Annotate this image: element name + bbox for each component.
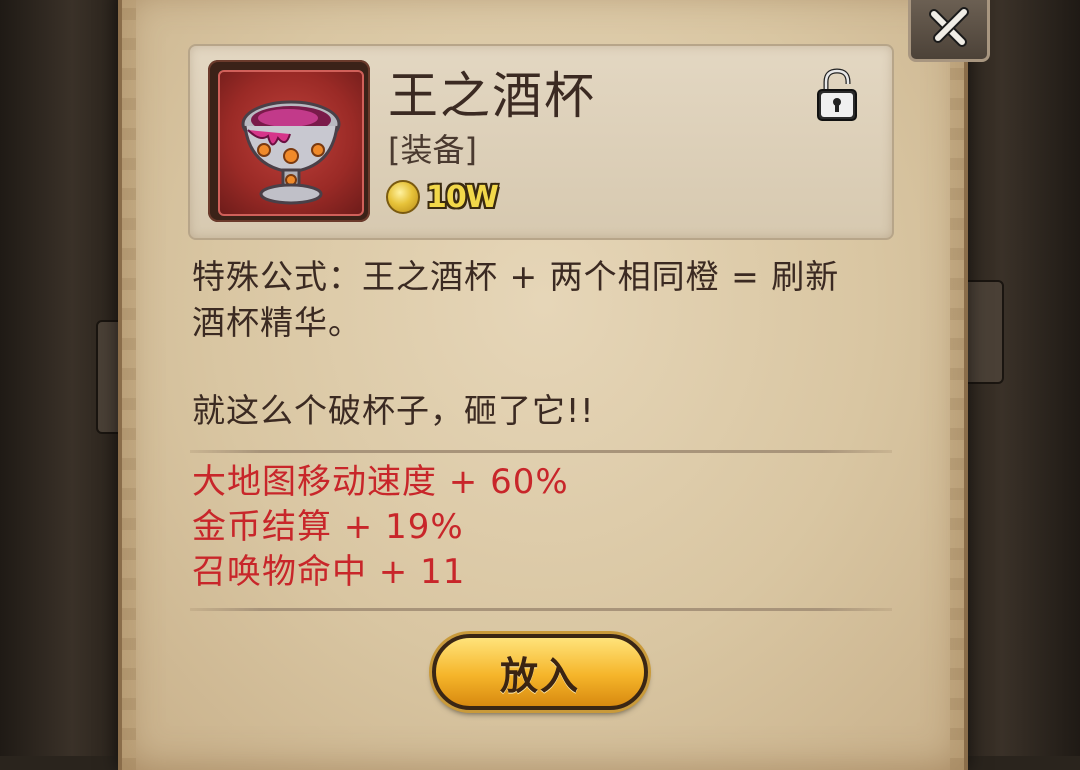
background-right bbox=[950, 0, 1080, 756]
stat-item: 大地图移动速度 + 60% bbox=[192, 462, 569, 502]
price-value: 10W bbox=[426, 179, 499, 215]
chalice-icon bbox=[241, 100, 341, 205]
divider bbox=[190, 450, 892, 453]
put-in-button[interactable]: 放入 bbox=[432, 634, 648, 710]
item-description: 特殊公式：王之酒杯 + 两个相同橙 = 刷新 酒杯精华。 bbox=[192, 254, 902, 346]
flavor-text: 就这么个破杯子，砸了它!! bbox=[192, 391, 595, 430]
item-icon-frame bbox=[208, 60, 370, 222]
put-in-button-label: 放入 bbox=[499, 653, 580, 698]
item-name: 王之酒杯 bbox=[388, 67, 596, 125]
gold-coin-icon bbox=[386, 180, 420, 214]
stat-item: 召唤物命中 + 11 bbox=[192, 552, 466, 592]
divider bbox=[190, 608, 892, 611]
formula-text-line1: 特殊公式：王之酒杯 + 两个相同橙 = 刷新 bbox=[192, 257, 840, 296]
close-button[interactable] bbox=[908, 0, 990, 62]
formula-text-line2: 酒杯精华。 bbox=[192, 303, 362, 342]
stat-item: 金币结算 + 19% bbox=[192, 507, 464, 547]
panel-right-edge bbox=[950, 0, 964, 770]
close-icon bbox=[929, 7, 969, 47]
item-type: [装备] bbox=[388, 131, 477, 169]
stat-list: 大地图移动速度 + 60% 金币结算 + 19% 召唤物命中 + 11 bbox=[192, 460, 892, 595]
panel-left-edge bbox=[122, 0, 136, 770]
item-price: 10W bbox=[386, 178, 499, 216]
item-icon-background bbox=[218, 70, 364, 216]
lock-icon[interactable] bbox=[814, 66, 860, 122]
background-left bbox=[0, 0, 130, 756]
